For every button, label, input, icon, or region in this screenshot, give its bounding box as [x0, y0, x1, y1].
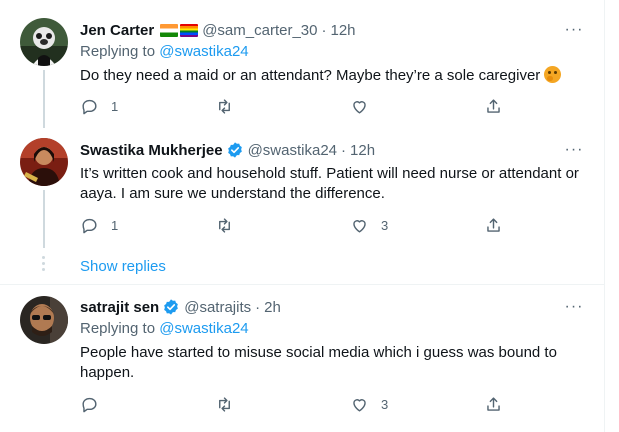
avatar-swastika-mukherjee[interactable]	[20, 138, 68, 186]
reply-icon	[82, 218, 97, 234]
replying-to-link[interactable]: @swastika24	[159, 43, 248, 60]
share-icon	[487, 397, 500, 411]
retweet-button[interactable]	[215, 97, 234, 116]
tweet-text: It’s written cook and household stuff. P…	[80, 165, 579, 202]
replying-to-prefix: Replying to	[80, 43, 160, 60]
tweet-text-content: Do they need a maid or an attendant? May…	[80, 67, 541, 84]
separator-dot: ·	[255, 298, 261, 316]
india-flag-icon	[160, 23, 179, 37]
more-icon[interactable]: ···	[562, 20, 586, 40]
retweet-icon	[219, 397, 230, 412]
tweet-actions: 1	[80, 97, 510, 117]
tweet-actions: 3	[80, 395, 510, 415]
thread-connector-line	[43, 190, 45, 248]
avatar-jen-carter[interactable]	[20, 18, 68, 66]
replying-to: Replying to @swastika24	[80, 43, 249, 60]
like-icon	[353, 220, 366, 233]
user-handle[interactable]: @sam_carter_30	[202, 22, 317, 39]
share-button[interactable]	[484, 216, 503, 235]
tweet-actions: 1 3	[80, 216, 510, 236]
retweet-icon	[219, 99, 230, 114]
verified-badge-icon	[226, 141, 244, 159]
verified-badge-icon	[162, 298, 180, 316]
show-replies-link[interactable]: Show replies	[80, 258, 166, 275]
user-handle[interactable]: @swastika24	[248, 142, 337, 159]
more-icon[interactable]: ···	[562, 297, 586, 317]
separator-dot: ·	[341, 141, 347, 159]
reply-thread: Jen Carter @sam_carter_30 · 12h ··· Repl…	[0, 0, 605, 432]
share-icon	[487, 218, 500, 232]
display-name[interactable]: Jen Carter	[80, 22, 154, 39]
like-button[interactable]	[350, 97, 381, 116]
more-replies-dots	[42, 256, 45, 271]
share-icon	[487, 99, 500, 113]
reply-count: 1	[111, 218, 119, 233]
display-name[interactable]: Swastika Mukherjee	[80, 142, 223, 159]
timestamp[interactable]: 12h	[330, 22, 355, 39]
timestamp[interactable]: 12h	[350, 142, 375, 159]
tweet-header: Jen Carter @sam_carter_30 · 12h	[80, 20, 356, 40]
like-icon	[353, 399, 366, 412]
share-button[interactable]	[484, 395, 503, 414]
replying-to-link[interactable]: @swastika24	[159, 320, 248, 337]
separator-dot: ·	[321, 21, 327, 39]
thread-connector-line	[43, 70, 45, 128]
thinking-face-emoji-icon	[544, 66, 562, 83]
tweet-text: Do they need a maid or an attendant? May…	[80, 66, 590, 86]
retweet-button[interactable]	[215, 395, 234, 414]
retweet-icon	[219, 218, 230, 233]
like-button[interactable]: 3	[350, 395, 388, 414]
tweet-text: People have started to misuse social med…	[80, 344, 557, 381]
like-count: 3	[381, 218, 389, 233]
like-button[interactable]: 3	[350, 216, 388, 235]
reply-button[interactable]	[80, 395, 111, 414]
like-icon	[353, 101, 366, 114]
name-emoji-flags	[160, 23, 199, 37]
like-count: 3	[381, 397, 389, 412]
display-name[interactable]: satrajit sen	[80, 299, 159, 316]
user-handle[interactable]: @satrajits	[184, 299, 251, 316]
tweet-header: satrajit sen @satrajits · 2h	[80, 297, 281, 317]
retweet-button[interactable]	[215, 216, 234, 235]
rainbow-flag-icon	[180, 23, 199, 37]
tweet-header: Swastika Mukherjee @swastika24 · 12h	[80, 140, 375, 160]
tweet-jen-carter[interactable]: Jen Carter @sam_carter_30 · 12h ··· Repl…	[0, 0, 604, 128]
timestamp[interactable]: 2h	[264, 299, 281, 316]
reply-count: 1	[111, 99, 119, 114]
reply-icon	[82, 397, 97, 413]
avatar-satrajit-sen[interactable]	[20, 296, 68, 344]
tweet-satrajit-sen[interactable]: satrajit sen @satrajits · 2h ··· Replyin…	[0, 285, 604, 432]
reply-button[interactable]: 1	[80, 216, 118, 235]
replying-to-prefix: Replying to	[80, 320, 160, 337]
more-icon[interactable]: ···	[562, 140, 586, 160]
tweet-swastika-mukherjee[interactable]: Swastika Mukherjee @swastika24 · 12h ···…	[0, 128, 604, 284]
reply-button[interactable]: 1	[80, 97, 118, 116]
share-button[interactable]	[484, 97, 503, 116]
replying-to: Replying to @swastika24	[80, 320, 249, 337]
reply-icon	[82, 99, 97, 115]
